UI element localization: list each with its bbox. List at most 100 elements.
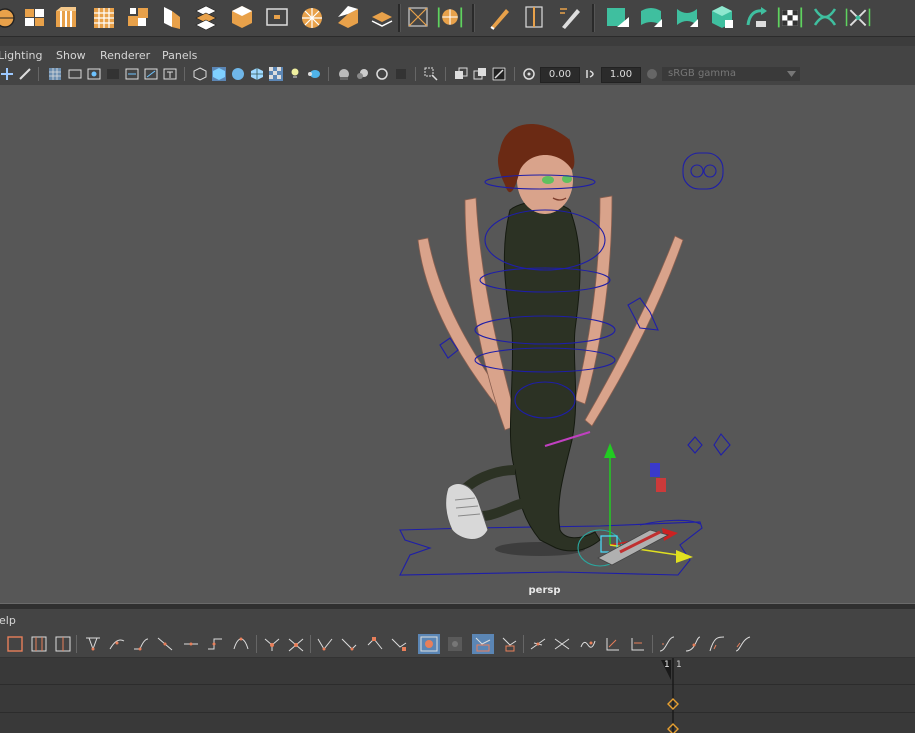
tangent-plateau-icon[interactable] [232,635,250,653]
motion-blur-icon[interactable] [356,67,370,81]
auto-load-icon[interactable] [472,634,494,654]
deform-x-icon[interactable] [845,3,871,31]
shelf-separator [472,4,475,32]
color-space-value: sRGB gamma [668,68,737,79]
xray-icon[interactable] [307,67,321,81]
textured-icon[interactable] [250,67,264,81]
wireframe-on-shaded-icon[interactable] [231,67,245,81]
tangent-flat-icon[interactable] [182,635,200,653]
lock-tangent-weight-icon[interactable] [340,635,358,653]
menu-lighting[interactable]: Lighting [0,49,42,62]
curve-arrow-icon[interactable] [744,3,770,31]
curve-step-icon[interactable] [734,635,752,653]
poly-box-icon[interactable] [264,3,290,31]
menu-panels[interactable]: Panels [162,49,197,62]
normalize-icon[interactable] [529,635,547,653]
resolution-gate-icon[interactable] [87,67,101,81]
pen-icon[interactable] [486,3,512,31]
safe-title-icon[interactable] [163,67,177,81]
unify-tangents-icon[interactable] [287,635,305,653]
menu-show[interactable]: Show [56,49,86,62]
swap-buffer-icon[interactable] [390,635,408,653]
gate-mask-icon[interactable] [106,67,120,81]
curve-slope-icon[interactable] [629,635,647,653]
select-camera-icon[interactable] [0,67,14,81]
free-tangent-weight-icon[interactable] [316,635,334,653]
poly-grid-icon[interactable] [91,3,117,31]
render-checker-icon[interactable] [777,3,803,31]
tangent-step-icon[interactable] [206,635,224,653]
shelf-separator [398,4,401,32]
shelf-extrude-icon[interactable] [674,3,700,31]
select-frame-icon[interactable] [405,3,431,31]
safe-action-icon[interactable] [144,67,158,81]
paint-square-icon[interactable] [604,3,630,31]
buffer-curve-icon[interactable] [366,635,384,653]
overscan-icon[interactable] [473,67,487,81]
smooth-shade-icon[interactable] [212,67,226,81]
ghost-icon[interactable] [446,635,464,653]
shadows-icon[interactable] [288,67,302,81]
frame-playback-icon[interactable] [30,635,48,653]
frame-all-icon[interactable] [6,635,24,653]
exposure-field[interactable]: 0.00 [540,67,580,83]
viewport-toolbar: 0.00 1.00 sRGB gamma [0,64,915,86]
poly-helix-icon[interactable] [369,3,395,31]
antialiasing-icon[interactable] [375,67,389,81]
tangent-auto-icon[interactable] [84,635,102,653]
depth-of-field-icon[interactable] [394,67,408,81]
center-view-icon[interactable] [54,635,72,653]
chevron-down-icon [787,71,796,77]
gamma-reset-icon[interactable] [584,67,598,81]
bookmark-icon[interactable] [18,67,32,81]
use-all-lights-icon[interactable] [269,67,283,81]
exposure-reset-icon[interactable] [522,67,536,81]
curve-ease-out-icon[interactable] [708,635,726,653]
snapshot-icon[interactable] [418,634,440,654]
field-chart-icon[interactable] [125,67,139,81]
tangent-clamped-icon[interactable] [132,635,150,653]
frame-tick-label: 1 [676,660,682,670]
color-space-dropdown[interactable]: sRGB gamma [662,67,800,81]
bend-icon[interactable] [638,3,664,31]
poly-pyramid-icon[interactable] [193,3,219,31]
gamma-field[interactable]: 1.00 [601,67,641,83]
twist-icon[interactable] [812,3,838,31]
load-selection-icon[interactable] [500,635,518,653]
poly-disc-icon[interactable] [335,3,361,31]
bounding-box-icon[interactable] [521,3,547,31]
poly-cylinder-icon[interactable] [53,3,79,31]
cube-checker-icon[interactable] [709,3,735,31]
graph-editor-area[interactable]: 1 [0,658,915,733]
poly-sphere-icon[interactable] [0,3,18,31]
poly-prism-icon[interactable] [159,3,185,31]
current-frame-number: 1 [664,660,670,670]
tangent-linear-icon[interactable] [156,635,174,653]
isolate-select-icon[interactable] [424,67,438,81]
edit-pen-icon[interactable] [557,3,583,31]
sneaker [445,483,489,540]
post-infinity-icon[interactable] [604,635,622,653]
poly-pipe-icon[interactable] [229,3,255,31]
hud-icon[interactable] [454,67,468,81]
wireframe-icon[interactable] [193,67,207,81]
denormalize-icon[interactable] [553,635,571,653]
film-gate-icon[interactable] [68,67,82,81]
exposure-icon[interactable] [492,67,506,81]
3d-viewport[interactable] [0,85,915,603]
menu-renderer[interactable]: Renderer [100,49,150,62]
pre-infinity-icon[interactable] [579,635,597,653]
scene-render [399,123,731,576]
grid-toggle-icon[interactable] [48,67,62,81]
poly-cube-icon[interactable] [22,3,48,31]
poly-soccer-icon[interactable] [299,3,325,31]
tangent-spline-icon[interactable] [108,635,126,653]
curve-ease-in-icon[interactable] [684,635,702,653]
color-management-icon[interactable] [645,67,659,81]
menu-help[interactable]: elp [0,614,16,627]
curve-ease-icon[interactable] [658,635,676,653]
ambient-occlusion-icon[interactable] [337,67,351,81]
break-tangents-icon[interactable] [263,635,281,653]
combine-icon[interactable] [437,3,463,31]
poly-plane-icon[interactable] [125,3,151,31]
